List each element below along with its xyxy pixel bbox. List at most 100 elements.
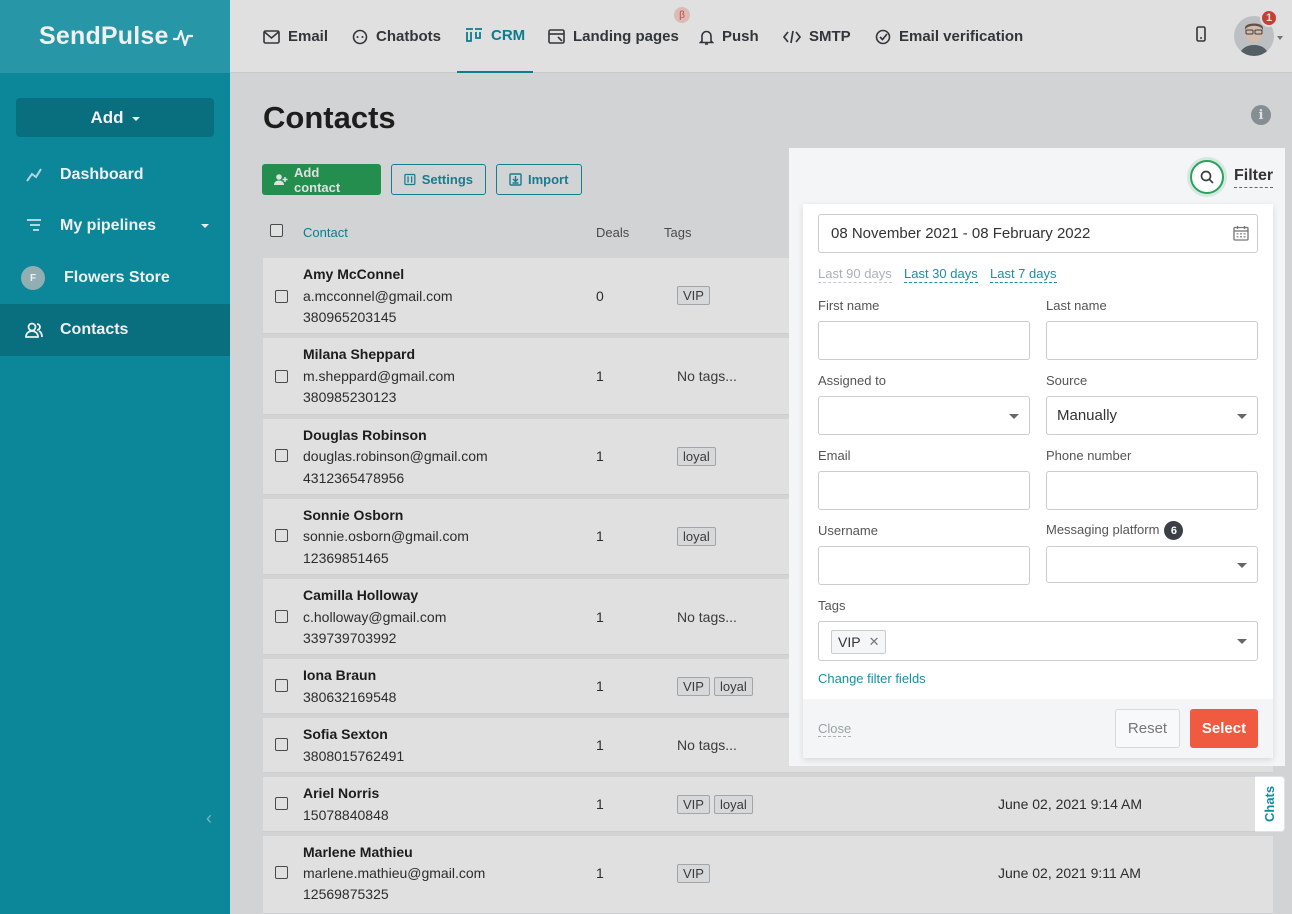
tab-landing-pages[interactable]: Landing pages (548, 0, 679, 73)
add-button[interactable]: Add (16, 98, 214, 137)
phone-field[interactable] (1046, 471, 1258, 510)
contact-name[interactable]: Sonnie Osborn (303, 507, 403, 523)
row-checkbox[interactable] (275, 370, 288, 383)
contact-name[interactable]: Iona Braun (303, 667, 376, 683)
assigned-to-select[interactable] (818, 396, 1030, 435)
remove-tag-icon[interactable]: ✕ (869, 634, 880, 650)
filter-toggle[interactable]: Filter (1234, 167, 1274, 188)
contact-name[interactable]: Ariel Norris (303, 785, 379, 801)
quick-range-90-days[interactable]: Last 90 days (818, 266, 892, 283)
tab-crm[interactable]: CRM (457, 0, 534, 73)
row-checkbox[interactable] (275, 866, 288, 879)
first-name-field[interactable] (818, 321, 1030, 360)
chats-tab[interactable]: Chats (1255, 776, 1285, 832)
row-checkbox[interactable] (275, 290, 288, 303)
table-row[interactable]: Ariel Norris 15078840848 1 VIP loyal June… (263, 777, 1273, 832)
tags-select[interactable]: VIP ✕ (818, 621, 1258, 661)
contact-name[interactable]: Douglas Robinson (303, 427, 427, 443)
deals-count: 1 (596, 737, 604, 753)
tab-smtp[interactable]: SMTP (783, 0, 851, 73)
source-label: Source (1046, 373, 1088, 388)
chevron-down-icon (201, 224, 209, 228)
close-link[interactable]: Close (818, 721, 852, 737)
select-all-checkbox[interactable] (270, 224, 283, 237)
date-range-input[interactable]: 08 November 2021 - 08 February 2022 (818, 214, 1258, 253)
tag-list: VIP loyal (677, 677, 753, 696)
sidebar-item-contacts[interactable]: Contacts (0, 304, 230, 356)
mobile-icon[interactable] (1196, 26, 1206, 47)
check-circle-icon (875, 29, 891, 45)
first-name-label: First name (818, 298, 880, 313)
sidebar-item-dashboard[interactable]: Dashboard (0, 149, 230, 201)
change-filter-fields-link[interactable]: Change filter fields (818, 671, 926, 686)
sidebar-item-label: Flowers Store (64, 269, 170, 286)
contact-name[interactable]: Amy McConnel (303, 266, 404, 282)
brand-name: SendPulse (39, 22, 169, 50)
calendar-icon[interactable] (1233, 225, 1249, 245)
tab-label: Landing pages (573, 28, 679, 45)
contact-name[interactable]: Sofia Sexton (303, 726, 388, 742)
landing-page-icon (548, 29, 565, 44)
add-contact-button[interactable]: Add contact (262, 164, 381, 195)
tab-chatbots[interactable]: Chatbots (352, 0, 441, 73)
tab-label: Push (722, 28, 759, 45)
tab-label: CRM (491, 27, 526, 44)
chatbot-icon (352, 29, 368, 45)
sidebar-item-pipelines[interactable]: My pipelines (0, 200, 230, 252)
row-checkbox[interactable] (275, 679, 288, 692)
button-label: Add contact (293, 164, 341, 195)
row-checkbox[interactable] (275, 610, 288, 623)
contact-name[interactable]: Milana Sheppard (303, 346, 415, 362)
sidebar-item-label: Contacts (60, 321, 129, 338)
deals-count: 0 (596, 288, 604, 304)
button-label: Import (528, 172, 569, 187)
collapse-sidebar-icon[interactable]: ‹ (206, 808, 212, 829)
source-select[interactable]: Manually (1046, 396, 1258, 435)
select-button[interactable]: Select (1190, 709, 1258, 748)
tag-list: VIP loyal (677, 795, 753, 814)
sidebar-item-flowers-store[interactable]: F Flowers Store (0, 252, 230, 304)
caret-down-icon[interactable] (1277, 36, 1283, 40)
tab-email-verification[interactable]: Email verification (875, 0, 1023, 73)
email-field[interactable] (818, 471, 1030, 510)
reset-button[interactable]: Reset (1115, 709, 1180, 748)
tab-push[interactable]: Push (699, 0, 759, 73)
quick-range-7-days[interactable]: Last 7 days (990, 266, 1057, 283)
tag-chip-label: VIP (838, 634, 861, 650)
username-label: Username (818, 523, 878, 538)
tag: VIP (677, 677, 710, 696)
table-row[interactable]: Marlene Mathieu marlene.mathieu@gmail.co… (263, 836, 1273, 914)
row-checkbox[interactable] (275, 449, 288, 462)
row-checkbox[interactable] (275, 529, 288, 542)
tag: loyal (677, 447, 716, 466)
column-header-contact[interactable]: Contact (303, 225, 348, 240)
import-icon (509, 173, 522, 186)
pulse-icon (172, 29, 193, 46)
row-checkbox[interactable] (275, 797, 288, 810)
contact-name[interactable]: Camilla Holloway (303, 587, 418, 603)
caret-down-icon (1009, 414, 1019, 419)
tag: VIP (677, 286, 710, 305)
username-field[interactable] (818, 546, 1030, 585)
last-name-field[interactable] (1046, 321, 1258, 360)
assigned-to-label: Assigned to (818, 373, 886, 388)
filter-footer: Close Reset Select (803, 699, 1273, 758)
sidebar: SendPulse Add Dashboard My pipelines F F… (0, 0, 230, 914)
messaging-platform-label: Messaging platform (1046, 521, 1160, 537)
search-icon[interactable] (1190, 160, 1224, 194)
contact-name[interactable]: Marlene Mathieu (303, 844, 413, 860)
info-icon[interactable]: i (1251, 105, 1271, 125)
tab-email[interactable]: Email (263, 0, 328, 73)
tag: VIP (677, 864, 710, 883)
phone-label: Phone number (1046, 448, 1132, 463)
brand-logo[interactable]: SendPulse (0, 0, 230, 73)
settings-icon (404, 173, 416, 186)
import-button[interactable]: Import (496, 164, 582, 195)
deals-count: 1 (596, 368, 604, 384)
settings-button[interactable]: Settings (391, 164, 486, 195)
row-checkbox[interactable] (275, 738, 288, 751)
add-user-icon (274, 174, 288, 185)
button-label: Settings (421, 172, 473, 187)
messaging-platform-select[interactable] (1046, 546, 1258, 583)
quick-range-30-days[interactable]: Last 30 days (904, 266, 978, 283)
